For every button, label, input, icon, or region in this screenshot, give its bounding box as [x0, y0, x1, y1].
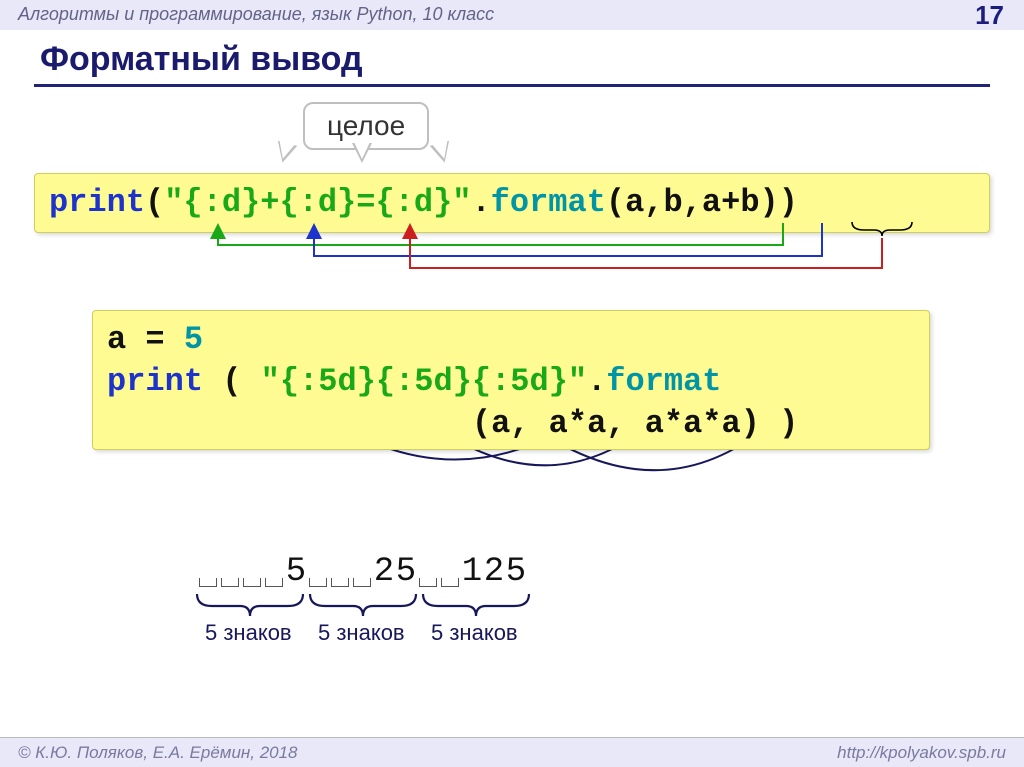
brace-group-2	[310, 594, 416, 616]
code-text: a+b	[702, 184, 760, 221]
label-5chars-2: 5 знаков	[318, 620, 405, 646]
code-block-1: print("{:d}+{:d}={:d}".format(a,b,a+b))	[34, 173, 990, 233]
code-text: a =	[107, 321, 184, 358]
output-row: 525125	[197, 553, 527, 591]
lit-5: 5	[184, 321, 203, 358]
output-space	[439, 553, 461, 591]
code-text: .	[471, 184, 490, 221]
output-char: 5	[505, 553, 527, 591]
output-space	[417, 553, 439, 591]
slide-title: Форматный вывод	[40, 40, 363, 79]
label-5chars-3: 5 знаков	[431, 620, 518, 646]
code-text: (a,b,	[606, 184, 702, 221]
kw-print: print	[107, 363, 203, 400]
callout-tail	[354, 142, 370, 159]
code-text: ))	[760, 184, 798, 221]
code-text: (	[145, 184, 164, 221]
slide: Алгоритмы и программирование, язык Pytho…	[0, 0, 1024, 767]
output-char: 1	[461, 553, 483, 591]
code-args: (a, a*a, a*a*a) )	[107, 405, 798, 442]
output-char: 2	[373, 553, 395, 591]
output-space	[307, 553, 329, 591]
output-space	[263, 553, 285, 591]
brace-group-3	[423, 594, 529, 616]
title-rule	[34, 84, 990, 87]
footer-right: http://kpolyakov.spb.ru	[837, 743, 1006, 763]
output-char: 5	[395, 553, 417, 591]
page-number: 17	[975, 0, 1004, 31]
output-space	[351, 553, 373, 591]
code-block-2: a = 5 print ( "{:5d}{:5d}{:5d}".format (…	[92, 310, 930, 450]
footer-left: © К.Ю. Поляков, Е.А. Ерёмин, 2018	[18, 743, 298, 763]
output-space	[329, 553, 351, 591]
output-char: 5	[285, 553, 307, 591]
brace-group-1	[197, 594, 303, 616]
output-char: 2	[483, 553, 505, 591]
kw-format: format	[491, 184, 606, 221]
code-text: (	[203, 363, 261, 400]
output-space	[197, 553, 219, 591]
str-literal: "{:d}+{:d}={:d}"	[164, 184, 471, 221]
output-space	[219, 553, 241, 591]
label-5chars-1: 5 знаков	[205, 620, 292, 646]
kw-print: print	[49, 184, 145, 221]
output-space	[241, 553, 263, 591]
kw-format: format	[606, 363, 721, 400]
str-literal: "{:5d}{:5d}{:5d}"	[261, 363, 587, 400]
header-subject: Алгоритмы и программирование, язык Pytho…	[18, 4, 494, 25]
code-text: .	[587, 363, 606, 400]
